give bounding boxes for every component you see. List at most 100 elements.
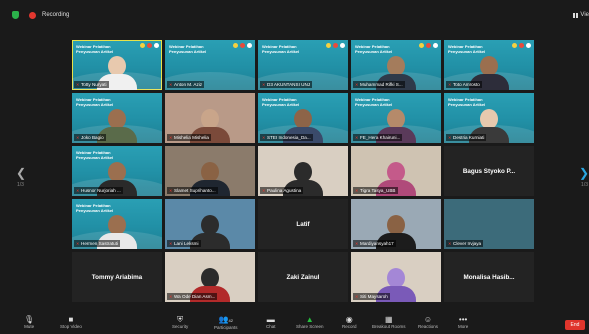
participant-tile[interactable]: Webinar Pelatihan Penyusunan Artikel ✕ To… <box>72 40 162 90</box>
slide-title: Webinar Pelatihan Penyusunan Artikel <box>262 44 300 54</box>
stop-video-button[interactable]: ■ Stop Video <box>60 315 82 329</box>
participant-tile[interactable]: Monalisa Hasib... <box>444 252 534 302</box>
chat-icon: ▬ <box>266 315 275 324</box>
participant-tile[interactable]: Webinar Pelatihan Penyusunan Artikel ✕ Mu… <box>351 40 441 90</box>
microphone-icon: 🎙 <box>24 315 35 324</box>
previous-page-icon[interactable]: ❮ <box>16 166 26 180</box>
mic-muted-icon: ✕ <box>355 187 359 193</box>
recording-icon <box>29 11 36 19</box>
participant-name-center: Bagus Styoko P... <box>462 167 516 175</box>
mic-muted-icon: ✕ <box>355 293 359 299</box>
participant-tile[interactable]: Zaki Zainul <box>258 252 348 302</box>
breakout-rooms-button[interactable]: ▦ Breakout Rooms <box>372 315 406 329</box>
mic-muted-icon: ✕ <box>76 240 80 246</box>
security-button[interactable]: ⛨ Security <box>172 315 188 329</box>
participant-tile[interactable]: Bagus Styoko P... <box>444 146 534 196</box>
slide-title: Webinar Pelatihan Penyusunan Artikel <box>448 97 486 107</box>
participant-name: ✕ Wa Ode Dian Asm... <box>167 293 218 300</box>
participant-tile[interactable]: Webinar Pelatihan Penyusunan Artikel ✕ He… <box>72 199 162 249</box>
record-button[interactable]: ◉ Record <box>342 315 357 329</box>
reactions-icon: ☺ <box>423 315 433 324</box>
record-icon: ◉ <box>345 315 353 324</box>
participant-tile[interactable]: Webinar Pelatihan Penyusunan Artikel ✕ Jo… <box>72 93 162 143</box>
more-button[interactable]: ••• More <box>458 315 468 329</box>
slide-title: Webinar Pelatihan Penyusunan Artikel <box>76 97 114 107</box>
participant-tile[interactable]: Webinar Pelatihan Penyusunan Artikel ✕ De… <box>444 93 534 143</box>
participant-tile[interactable]: Webinar Pelatihan Penyusunan Artikel ✕ An… <box>165 40 255 90</box>
gallery-view-icon <box>573 12 579 18</box>
participant-tile[interactable]: ✕ Mishelia Mishelia <box>165 93 255 143</box>
more-icon: ••• <box>458 315 468 324</box>
share-screen-icon: ▲ <box>305 315 314 324</box>
participant-name-center: Zaki Zainul <box>286 273 320 281</box>
page-indicator-right: 1/3 <box>581 182 588 188</box>
participant-name: ✕ Tigra Tasya_UBB <box>353 187 398 194</box>
video-camera-icon: ■ <box>68 315 74 324</box>
participant-name: ✕ Joko Bagio <box>74 134 106 141</box>
participant-name: ✕ STEI Indonesia_Da... <box>260 134 313 141</box>
slide-title: Webinar Pelatihan Penyusunan Artikel <box>169 44 207 54</box>
breakout-rooms-icon: ▦ <box>384 315 393 324</box>
participant-tile[interactable]: ✕ Slamet Suprihanto... <box>165 146 255 196</box>
mic-muted-icon: ✕ <box>355 240 359 246</box>
participant-tile[interactable]: Webinar Pelatihan Penyusunan Artikel ✕ FE… <box>351 93 441 143</box>
participant-tile[interactable]: ✕ Mardiyansyah17 <box>351 199 441 249</box>
mic-muted-icon: ✕ <box>76 81 80 87</box>
participant-tile[interactable]: ✕ Lani Leksmi <box>165 199 255 249</box>
slide-title: Webinar Pelatihan Penyusunan Artikel <box>262 97 300 107</box>
mic-muted-icon: ✕ <box>448 81 452 87</box>
page-indicator-left: 1/3 <box>17 182 24 188</box>
participant-tile[interactable]: Webinar Pelatihan Penyusunan Artikel ✕ To… <box>444 40 534 90</box>
mute-button[interactable]: 🎙 Mute <box>24 315 34 329</box>
share-screen-button[interactable]: ▲ Share Screen <box>296 315 324 329</box>
participant-name: ✕ Hermen Sastratuti <box>74 240 121 247</box>
participant-name: ✕ Husnor Nurjoriah ... <box>74 187 123 194</box>
participant-name: ✕ Mishelia Mishelia <box>167 134 211 141</box>
participant-tile[interactable]: ✕ Tigra Tasya_UBB <box>351 146 441 196</box>
participant-name: ✕ Clever Irvjaya <box>446 240 484 247</box>
mic-muted-icon: ✕ <box>169 240 173 246</box>
mic-muted-icon: ✕ <box>262 134 266 140</box>
next-page-icon[interactable]: ❯ <box>579 166 589 180</box>
chat-button[interactable]: ▬ Chat <box>266 315 276 329</box>
participant-name: ✕ Muhammad Rifki S... <box>353 81 405 88</box>
slide-title: Webinar Pelatihan Penyusunan Artikel <box>355 44 393 54</box>
participant-tile[interactable]: ✕ Wa Ode Dian Asm... <box>165 252 255 302</box>
participant-tile[interactable]: Tommy Ariabima <box>72 252 162 302</box>
participant-grid: Webinar Pelatihan Penyusunan Artikel ✕ To… <box>72 40 534 304</box>
mic-muted-icon: ✕ <box>262 81 266 87</box>
mic-muted-icon: ✕ <box>169 293 173 299</box>
view-button[interactable]: Vie <box>573 12 589 18</box>
top-bar: Recording <box>0 0 589 30</box>
reactions-button[interactable]: ☺ Reactions <box>418 315 438 329</box>
end-meeting-button[interactable]: End <box>565 320 585 330</box>
meeting-toolbar: 🎙 Mute ■ Stop Video ⛨ Security 👥42 Parti… <box>0 312 589 334</box>
participant-tile[interactable]: Webinar Pelatihan Penyusunan Artikel ✕ ST… <box>258 93 348 143</box>
shield-icon[interactable] <box>12 11 19 19</box>
participant-name: ✕ D3 AKUNTANSI UNJ <box>260 81 313 88</box>
participant-tile[interactable]: Latif <box>258 199 348 249</box>
mic-muted-icon: ✕ <box>355 81 359 87</box>
participant-name: ✕ Siti Maysaroh <box>353 293 390 300</box>
mic-muted-icon: ✕ <box>169 187 173 193</box>
participant-name: ✕ Paulina Agustina <box>260 187 304 194</box>
view-label: Vie <box>580 12 589 18</box>
participant-tile[interactable]: ✕ Paulina Agustina <box>258 146 348 196</box>
participant-tile[interactable]: Webinar Pelatihan Penyusunan Artikel ✕ Hu… <box>72 146 162 196</box>
participant-name: ✕ Mardiyansyah17 <box>353 240 396 247</box>
slide-title: Webinar Pelatihan Penyusunan Artikel <box>355 97 393 107</box>
mic-muted-icon: ✕ <box>76 187 80 193</box>
mic-muted-icon: ✕ <box>76 134 80 140</box>
participant-name: ✕ Destria Kurniati <box>446 134 487 141</box>
participant-name-center: Latif <box>296 220 310 228</box>
recording-label: Recording <box>42 12 70 18</box>
participant-name: ✕ FE_Hera Khairuni... <box>353 134 403 141</box>
slide-title: Webinar Pelatihan Penyusunan Artikel <box>448 44 486 54</box>
participant-name: ✕ Totty Nuryati <box>74 81 109 88</box>
participant-tile[interactable]: ✕ Siti Maysaroh <box>351 252 441 302</box>
participants-button[interactable]: 👥42 Participants <box>214 315 238 330</box>
participant-tile[interactable]: Webinar Pelatihan Penyusunan Artikel ✕ D3… <box>258 40 348 90</box>
mic-muted-icon: ✕ <box>262 187 266 193</box>
mic-muted-icon: ✕ <box>169 134 173 140</box>
participant-tile[interactable]: ✕ Clever Irvjaya <box>444 199 534 249</box>
